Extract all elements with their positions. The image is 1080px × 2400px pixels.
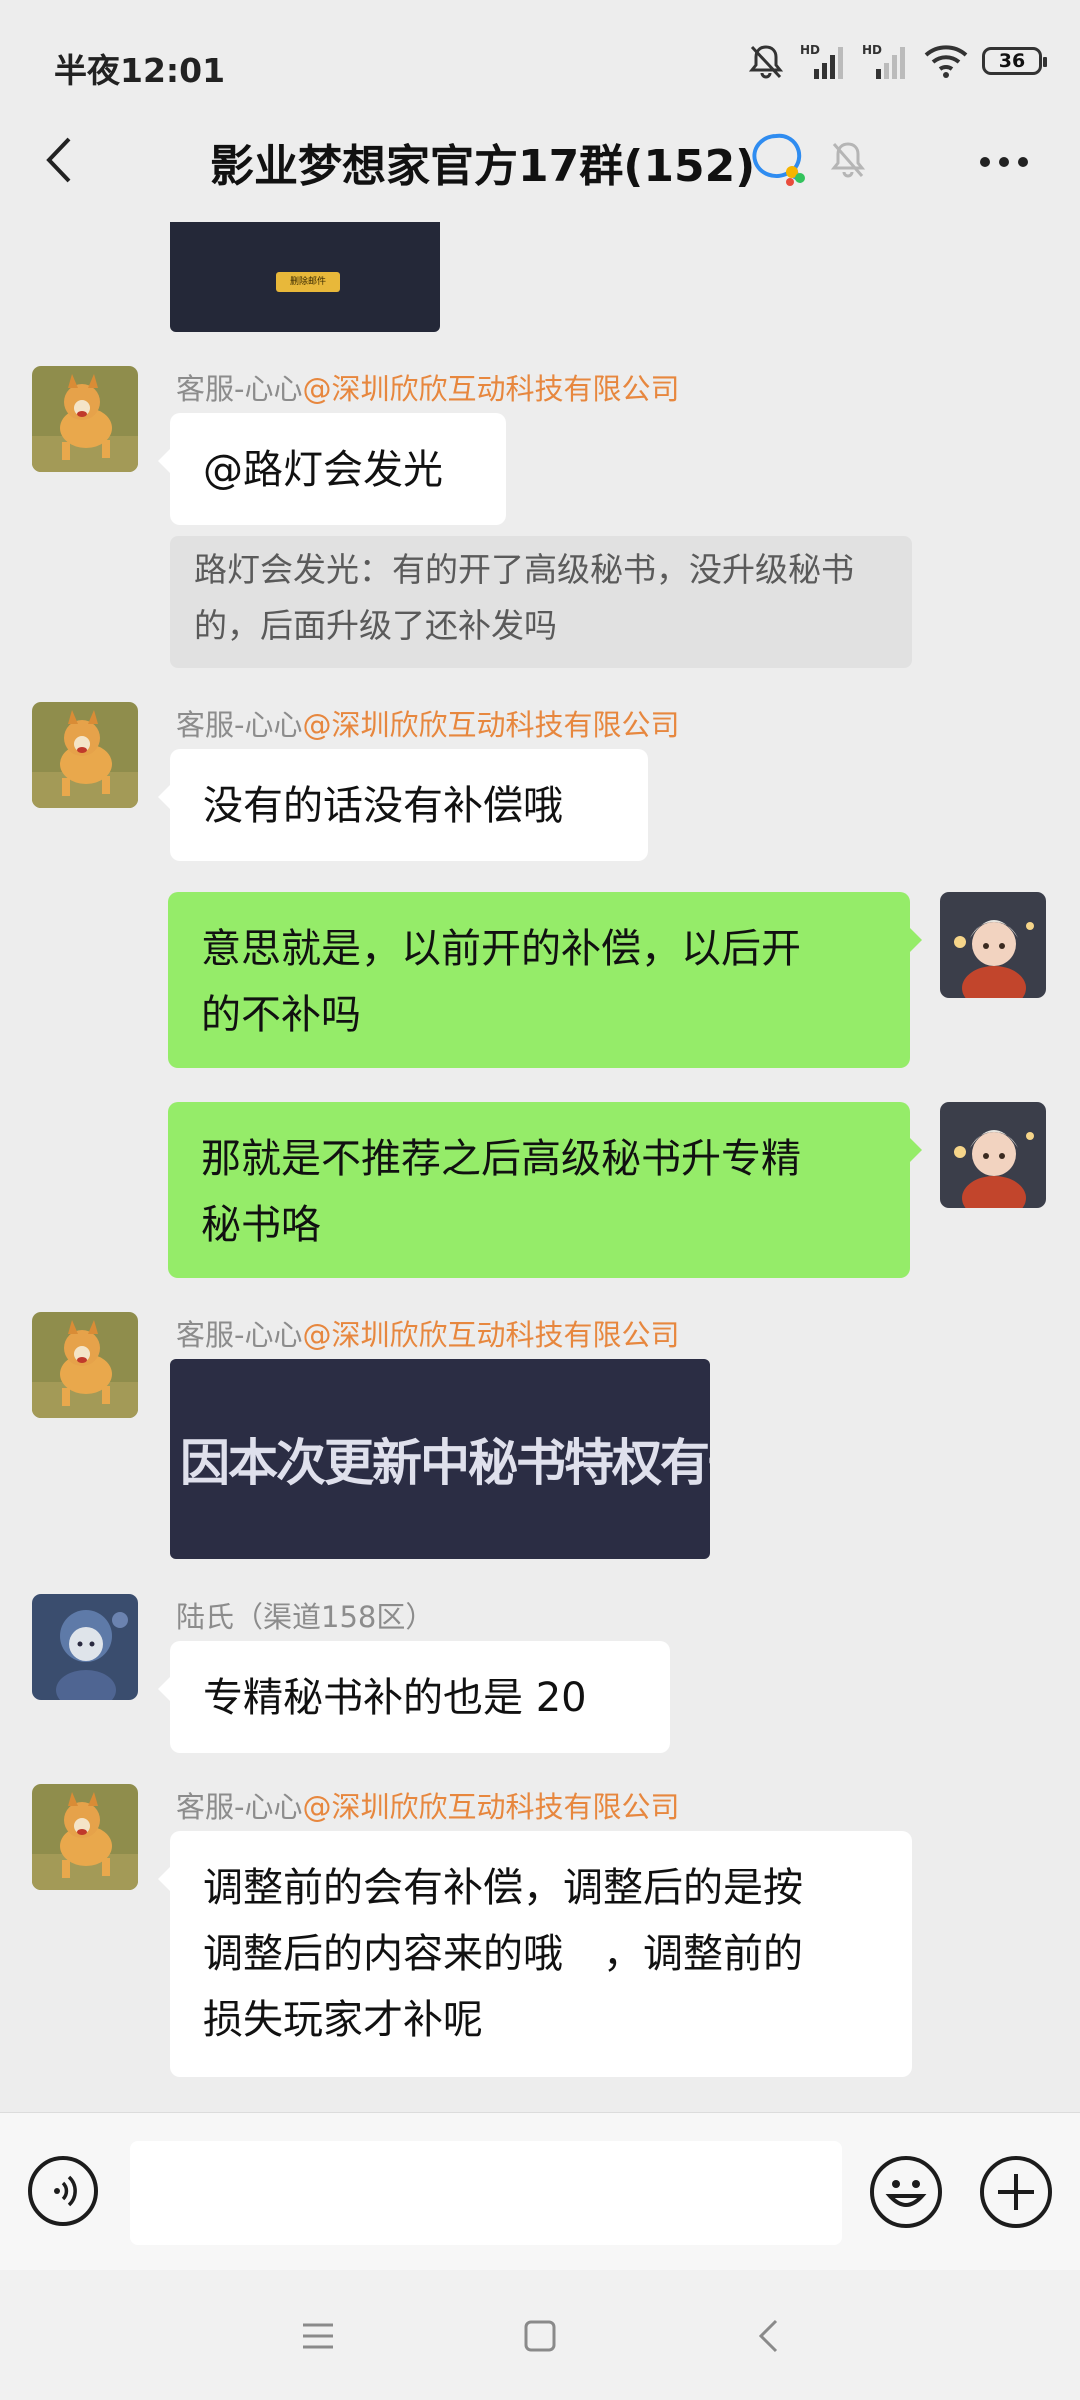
message-text: 专精秘书补的也是 20: [203, 1675, 587, 1721]
dog-avatar-icon: [32, 702, 138, 808]
emoji-icon: [885, 2180, 927, 2207]
image-message[interactable]: 删除邮件: [170, 222, 440, 332]
avatar[interactable]: [32, 1594, 138, 1700]
chat-title[interactable]: 影业梦想家官方17群(152): [210, 130, 755, 194]
group-chat-icon[interactable]: [748, 132, 808, 188]
image-message-caption: 因本次更新中秘书特权有一定调整,: [180, 1434, 710, 1492]
signal-icon: HD: [800, 43, 843, 79]
wifi-icon: [924, 45, 968, 78]
dog-avatar-icon: [32, 1784, 138, 1890]
sender-name: 客服-心心@深圳欣欣互动科技有限公司: [176, 1312, 679, 1354]
my-avatar[interactable]: [940, 1102, 1046, 1208]
sender-org: @深圳欣欣互动科技有限公司: [302, 1790, 680, 1824]
status-icons: HD HD 36: [746, 36, 1047, 86]
message-input[interactable]: [130, 2141, 842, 2245]
back-nav-button[interactable]: [746, 2314, 790, 2358]
avatar[interactable]: [32, 1784, 138, 1890]
message-text-line: 秘书咯: [201, 1202, 321, 1248]
sender-nickname: 客服-心心: [176, 372, 303, 406]
sender-nickname: 客服-心心: [176, 1790, 303, 1824]
message-text-line: 意思就是，以前开的补偿，以后开: [201, 926, 801, 972]
message-text: 没有的话没有补偿哦: [203, 783, 563, 829]
voice-icon: [54, 2175, 77, 2207]
message-text-line: 的不补吗: [201, 992, 361, 1038]
sender-org: @深圳欣欣互动科技有限公司: [302, 708, 680, 742]
back-button[interactable]: [28, 130, 88, 190]
sender-name: 客服-心心@深圳欣欣互动科技有限公司: [176, 1784, 679, 1826]
sender-name: 客服-心心@深圳欣欣互动科技有限公司: [176, 366, 679, 408]
message-text-line: 调整前的会有补偿，调整后的是按: [203, 1865, 803, 1911]
plus-icon: [998, 2174, 1034, 2210]
my-avatar[interactable]: [940, 892, 1046, 998]
plus-button[interactable]: [980, 2156, 1052, 2228]
svg-text:HD: HD: [800, 43, 820, 57]
battery-icon: 36: [982, 47, 1047, 75]
quoted-message[interactable]: 路灯会发光：有的开了高级秘书，没升级秘书的，后面升级了还补发吗: [170, 536, 912, 668]
home-icon: [524, 2320, 556, 2352]
sender-nickname: 客服-心心: [176, 708, 303, 742]
dog-avatar-icon: [32, 1312, 138, 1418]
menu-button[interactable]: [296, 2314, 340, 2358]
emoji-button[interactable]: [870, 2156, 942, 2228]
message-bubble[interactable]: 没有的话没有补偿哦: [158, 749, 648, 861]
mute-notification-icon: [748, 45, 784, 79]
image-message[interactable]: 因本次更新中秘书特权有一定调整,: [170, 1359, 710, 1559]
back-icon: [46, 137, 71, 183]
message-bubble[interactable]: 专精秘书补的也是 20: [158, 1641, 670, 1753]
my-message-bubble[interactable]: 那就是不推荐之后高级秘书升专精 秘书咯: [168, 1102, 922, 1278]
home-button[interactable]: [518, 2314, 562, 2358]
message-text-line: 调整后的内容来的哦 ，调整前的: [203, 1931, 803, 1977]
girl-avatar-icon: [940, 892, 1046, 998]
my-message-bubble[interactable]: 意思就是，以前开的补偿，以后开 的不补吗: [168, 892, 922, 1068]
message-bubble[interactable]: @路灯会发光: [158, 413, 506, 525]
avatar[interactable]: [32, 702, 138, 808]
input-bar: [0, 2112, 1080, 2271]
message-text: @路灯会发光: [203, 447, 443, 493]
sender-nickname: 客服-心心: [176, 1318, 303, 1352]
title-bar: 影业梦想家官方17群(152): [0, 100, 1080, 220]
status-time: 半夜12:01: [54, 51, 226, 90]
sender-name: 客服-心心@深圳欣欣互动科技有限公司: [176, 702, 679, 744]
image-message-button: 删除邮件: [276, 272, 340, 292]
signal-icon: HD: [862, 43, 905, 79]
doll-avatar-icon: [32, 1594, 138, 1700]
dog-avatar-icon: [32, 366, 138, 472]
svg-text:HD: HD: [862, 43, 882, 57]
sender-name: 陆氏（渠道158区）: [176, 1600, 435, 1634]
message-text-line: 损失玩家才补呢: [203, 1997, 483, 2043]
voice-button[interactable]: [28, 2156, 98, 2226]
bell-muted-icon: [830, 142, 866, 178]
message-text-line: 那就是不推荐之后高级秘书升专精: [201, 1136, 801, 1182]
sender-org: @深圳欣欣互动科技有限公司: [302, 372, 680, 406]
sender-org: @深圳欣欣互动科技有限公司: [302, 1318, 680, 1352]
system-nav-bar: [0, 2270, 1080, 2400]
message-list[interactable]: 删除邮件 客服-心心@深圳欣欣互动科技有限公司 @路灯会发光 路灯会发光：有的开…: [0, 222, 1080, 2112]
quoted-text: 路灯会发光：有的开了高级秘书，没升级秘书的，后面升级了还补发吗: [194, 550, 854, 645]
message-bubble[interactable]: 调整前的会有补偿，调整后的是按 调整后的内容来的哦 ，调整前的 损失玩家才补呢: [158, 1831, 912, 2077]
avatar[interactable]: [32, 366, 138, 472]
more-button[interactable]: [974, 134, 1034, 190]
more-icon: [980, 157, 1028, 167]
back-nav-icon: [758, 2319, 778, 2353]
avatar[interactable]: [32, 1312, 138, 1418]
menu-icon: [303, 2323, 333, 2349]
girl-avatar-icon: [940, 1102, 1046, 1208]
